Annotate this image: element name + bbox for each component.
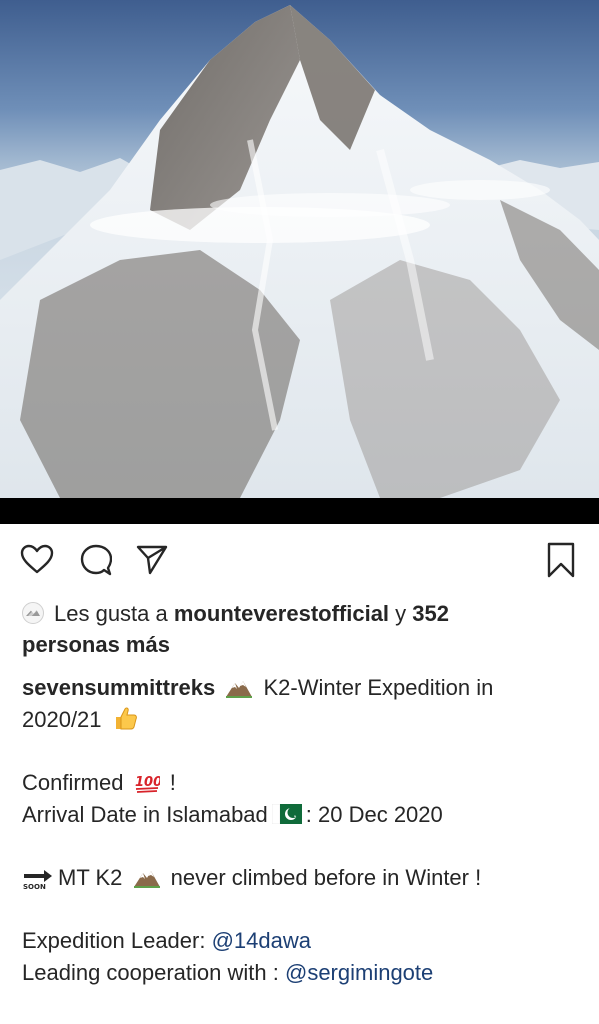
caption-confirmed-line: Confirmed 100 ! [22, 767, 587, 799]
hundred-points-emoji-icon: 100 [135, 775, 160, 793]
caption-line-2: 2020/21 [22, 704, 587, 736]
photo-bottom-bar [0, 498, 599, 524]
caption-leader-line: Expedition Leader: @14dawa [22, 925, 587, 957]
soon-arrow-emoji-icon: SOON [23, 870, 52, 890]
caption-arrival-date: : 20 Dec 2020 [305, 802, 443, 827]
caption-username[interactable]: sevensummittreks [22, 675, 215, 700]
liker-username[interactable]: mounteverestofficial [174, 601, 389, 626]
post-actions [0, 524, 599, 594]
caption-soon-line: SOON MT K2 never climbed before in Winte… [22, 862, 587, 894]
caption-line-1: sevensummittreks K2-Winter Expedition in [22, 672, 587, 704]
svg-text:SOON: SOON [23, 883, 46, 890]
caption-gap [22, 736, 587, 767]
caption-leader-label: Expedition Leader: [22, 928, 206, 953]
thumbs-up-emoji-icon [115, 707, 137, 730]
send-icon[interactable] [136, 544, 168, 576]
caption-coop-line: Leading cooperation with : @sergimingote [22, 957, 587, 989]
post-photo[interactable] [0, 0, 599, 498]
caption-coop-label: Leading cooperation with : [22, 960, 279, 985]
likes-count[interactable]: 352 [412, 601, 449, 626]
likes-summary[interactable]: Les gusta a mounteverestofficial y 352 p… [22, 598, 582, 660]
caption-gap-3 [22, 894, 587, 925]
likes-prefix: Les gusta a [54, 601, 168, 626]
mountain-emoji-icon [226, 681, 253, 698]
mountain-emoji-icon [133, 871, 160, 888]
comment-icon[interactable] [80, 544, 112, 576]
likes-conjunction: y [395, 601, 407, 626]
caption-arrival-line: Arrival Date in Islamabad : 20 Dec 2020 [22, 799, 587, 831]
liker-avatar[interactable] [22, 602, 44, 624]
caption-arrival-prefix: Arrival Date in Islamabad [22, 802, 268, 827]
bookmark-icon[interactable] [546, 542, 576, 578]
coop-mention-link[interactable]: @sergimingote [285, 960, 433, 985]
caption-title-text: K2-Winter Expedition in [263, 675, 494, 700]
mountain-photo [0, 5, 599, 498]
likes-suffix[interactable]: personas más [22, 632, 170, 657]
caption-confirmed: Confirmed [22, 770, 124, 795]
caption-soon-text: MT K2 [58, 865, 123, 890]
post-caption: sevensummittreks K2-Winter Expedition in… [22, 672, 587, 989]
caption-confirmed-end: ! [169, 770, 176, 795]
heart-icon[interactable] [20, 544, 54, 574]
pakistan-flag-emoji-icon [271, 804, 302, 824]
leader-mention-link[interactable]: @14dawa [212, 928, 311, 953]
caption-gap-2 [22, 831, 587, 862]
caption-soon-rest: never climbed before in Winter ! [170, 865, 482, 890]
caption-year-text: 2020/21 [22, 707, 102, 732]
